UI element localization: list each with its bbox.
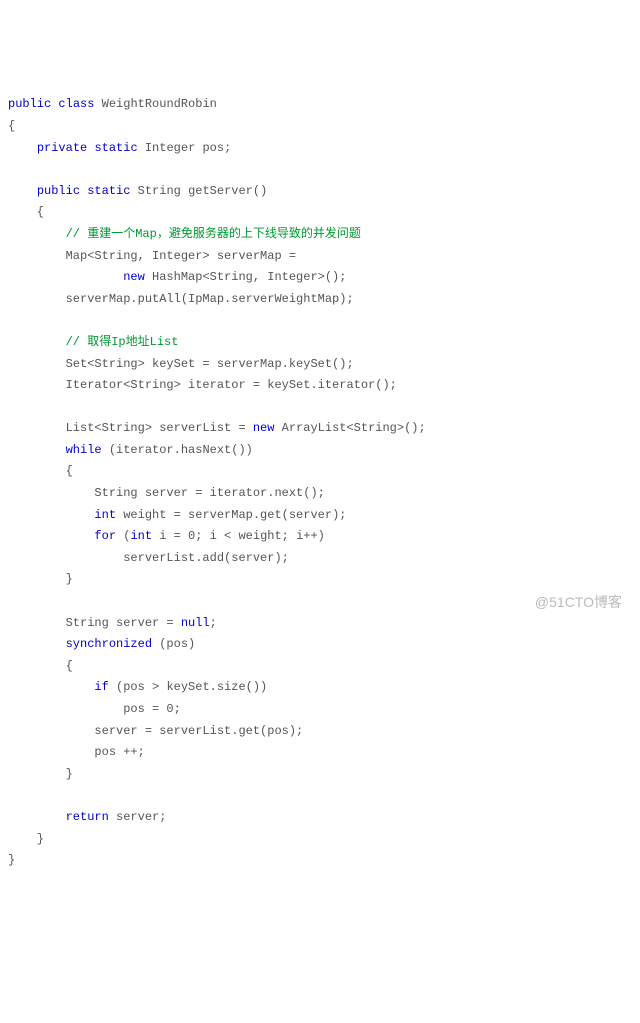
indent — [8, 184, 37, 198]
keyword-for: for — [94, 529, 116, 543]
keyword-return: return — [66, 810, 109, 824]
brace: } — [8, 853, 15, 867]
method-sig: String getServer() — [130, 184, 267, 198]
indent — [8, 443, 66, 457]
code-line: serverMap.putAll(IpMap.serverWeightMap); — [8, 292, 354, 306]
keyword-synchronized: synchronized — [66, 637, 152, 651]
keyword-static: static — [87, 184, 130, 198]
indent — [8, 141, 37, 155]
keyword-while: while — [66, 443, 102, 457]
code-text: String server = — [8, 616, 181, 630]
code-text: (iterator.hasNext()) — [102, 443, 253, 457]
indent — [8, 637, 66, 651]
code-block: public class WeightRoundRobin { private … — [8, 94, 632, 871]
field-decl: Integer pos; — [138, 141, 232, 155]
keyword-int: int — [130, 529, 152, 543]
indent — [8, 270, 123, 284]
code-text: i = 0; i < weight; i++) — [152, 529, 325, 543]
indent — [8, 810, 66, 824]
code-line: String server = iterator.next(); — [8, 486, 325, 500]
keyword-if: if — [94, 680, 108, 694]
code-text: (pos > keySet.size()) — [109, 680, 267, 694]
keyword-int: int — [94, 508, 116, 522]
code-text: HashMap<String, Integer>(); — [145, 270, 347, 284]
code-line: pos = 0; — [8, 702, 181, 716]
brace: } — [8, 832, 44, 846]
code-line: Set<String> keySet = serverMap.keySet(); — [8, 357, 354, 371]
brace: } — [8, 572, 73, 586]
keyword-static: static — [94, 141, 137, 155]
indent — [8, 529, 94, 543]
brace: { — [8, 119, 15, 133]
code-line: Map<String, Integer> serverMap = — [8, 249, 303, 263]
code-line: serverList.add(server); — [8, 551, 289, 565]
keyword-private: private — [37, 141, 87, 155]
code-text: ( — [116, 529, 130, 543]
class-name: WeightRoundRobin — [94, 97, 216, 111]
brace: { — [8, 205, 44, 219]
code-text: server; — [109, 810, 167, 824]
keyword-new: new — [123, 270, 145, 284]
code-text: (pos) — [152, 637, 195, 651]
keyword-class: class — [58, 97, 94, 111]
brace: { — [8, 659, 73, 673]
indent — [8, 508, 94, 522]
keyword-null: null — [181, 616, 210, 630]
brace: { — [8, 464, 73, 478]
code-line: pos ++; — [8, 745, 145, 759]
code-text: ; — [210, 616, 217, 630]
indent — [8, 335, 66, 349]
code-text: ArrayList<String>(); — [274, 421, 425, 435]
keyword-public: public — [8, 97, 51, 111]
brace: } — [8, 767, 73, 781]
keyword-public: public — [37, 184, 80, 198]
code-line: Iterator<String> iterator = keySet.itera… — [8, 378, 397, 392]
comment: // 重建一个Map，避免服务器的上下线导致的并发问题 — [66, 227, 361, 241]
indent — [8, 227, 66, 241]
comment: // 取得Ip地址List — [66, 335, 179, 349]
code-text: weight = serverMap.get(server); — [116, 508, 346, 522]
code-line: server = serverList.get(pos); — [8, 724, 303, 738]
code-text: List<String> serverList = — [8, 421, 253, 435]
indent — [8, 680, 94, 694]
keyword-new: new — [253, 421, 275, 435]
